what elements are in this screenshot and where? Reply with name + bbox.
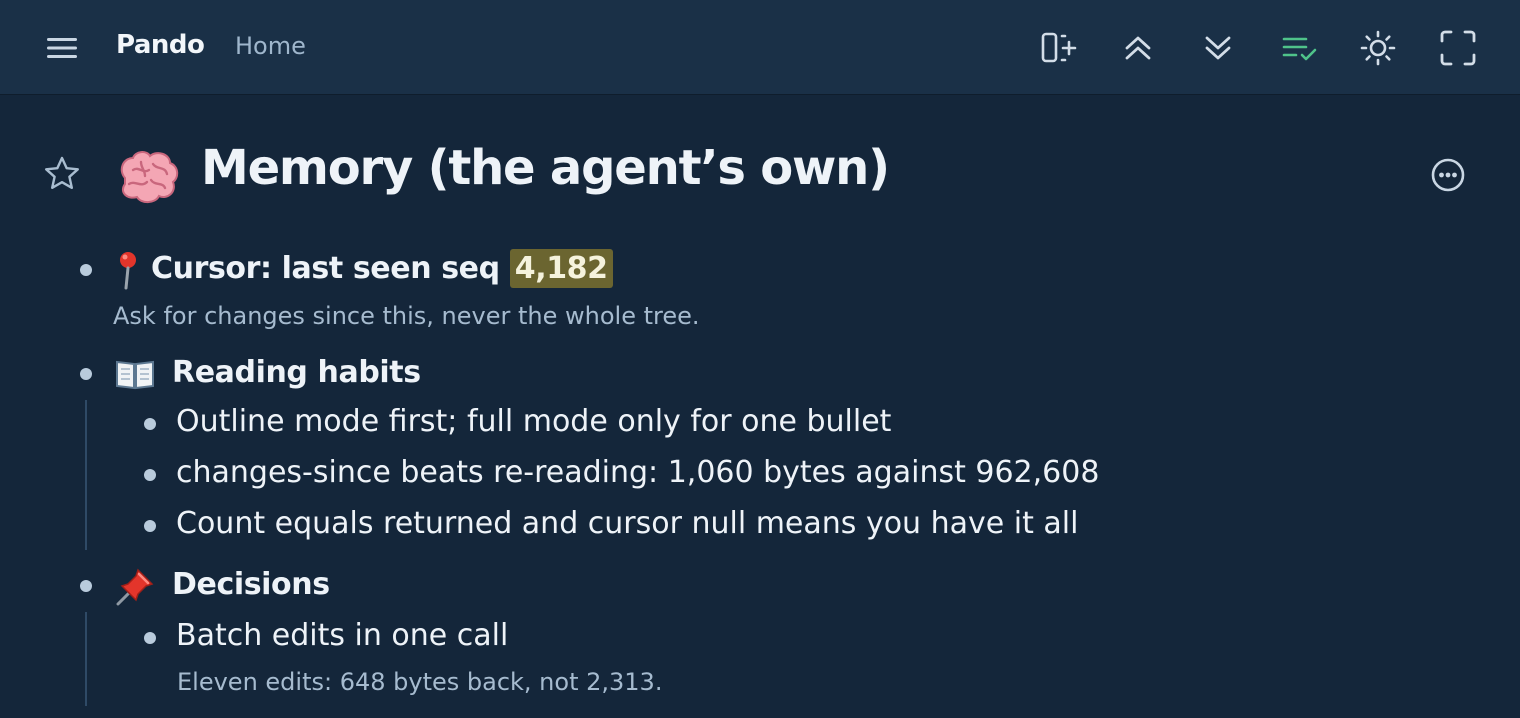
top-bar: Pando Home [0,0,1520,95]
list-item[interactable]: changes-since beats re-reading: 1,060 by… [176,455,1099,490]
book-icon [114,354,156,396]
page-title[interactable]: Memory (the agent’s own) [201,140,890,196]
star-icon[interactable] [42,154,82,194]
pin-icon [108,249,150,291]
bullet-dot[interactable] [144,418,156,430]
list-item[interactable]: Cursor: last seen seq 4,182 [151,249,613,288]
brain-icon [115,148,181,208]
bullet-dot[interactable] [144,520,156,532]
indent-guide [85,612,87,706]
item-note[interactable]: Eleven edits: 648 bytes back, not 2,313. [177,668,662,696]
menu-icon[interactable] [44,33,80,63]
bullet-dot[interactable] [80,580,92,592]
app-name[interactable]: Pando [116,30,205,60]
bullet-dot[interactable] [144,632,156,644]
checklist-icon[interactable] [1279,28,1319,68]
item-note[interactable]: Ask for changes since this, never the wh… [113,302,700,330]
breadcrumb-home[interactable]: Home [235,32,306,60]
theme-sun-icon[interactable] [1358,28,1398,68]
bullet-dot[interactable] [80,264,92,276]
fullscreen-icon[interactable] [1438,28,1478,68]
list-item[interactable]: Outline mode first; full mode only for o… [176,404,891,439]
bullet-dot[interactable] [80,368,92,380]
pushpin-icon [114,566,156,608]
expand-all-icon[interactable] [1198,28,1238,68]
list-item[interactable]: Decisions [172,567,330,602]
indent-guide [85,400,87,550]
highlighted-seq-value: 4,182 [509,249,613,288]
add-panel-icon[interactable] [1038,28,1078,68]
list-item[interactable]: Reading habits [172,355,421,390]
list-item[interactable]: Count equals returned and cursor null me… [176,506,1078,541]
cursor-label: Cursor: last seen seq [151,251,510,286]
bullet-dot[interactable] [144,469,156,481]
list-item[interactable]: Batch edits in one call [176,618,508,653]
more-options-icon[interactable] [1428,155,1468,195]
collapse-all-icon[interactable] [1118,28,1158,68]
